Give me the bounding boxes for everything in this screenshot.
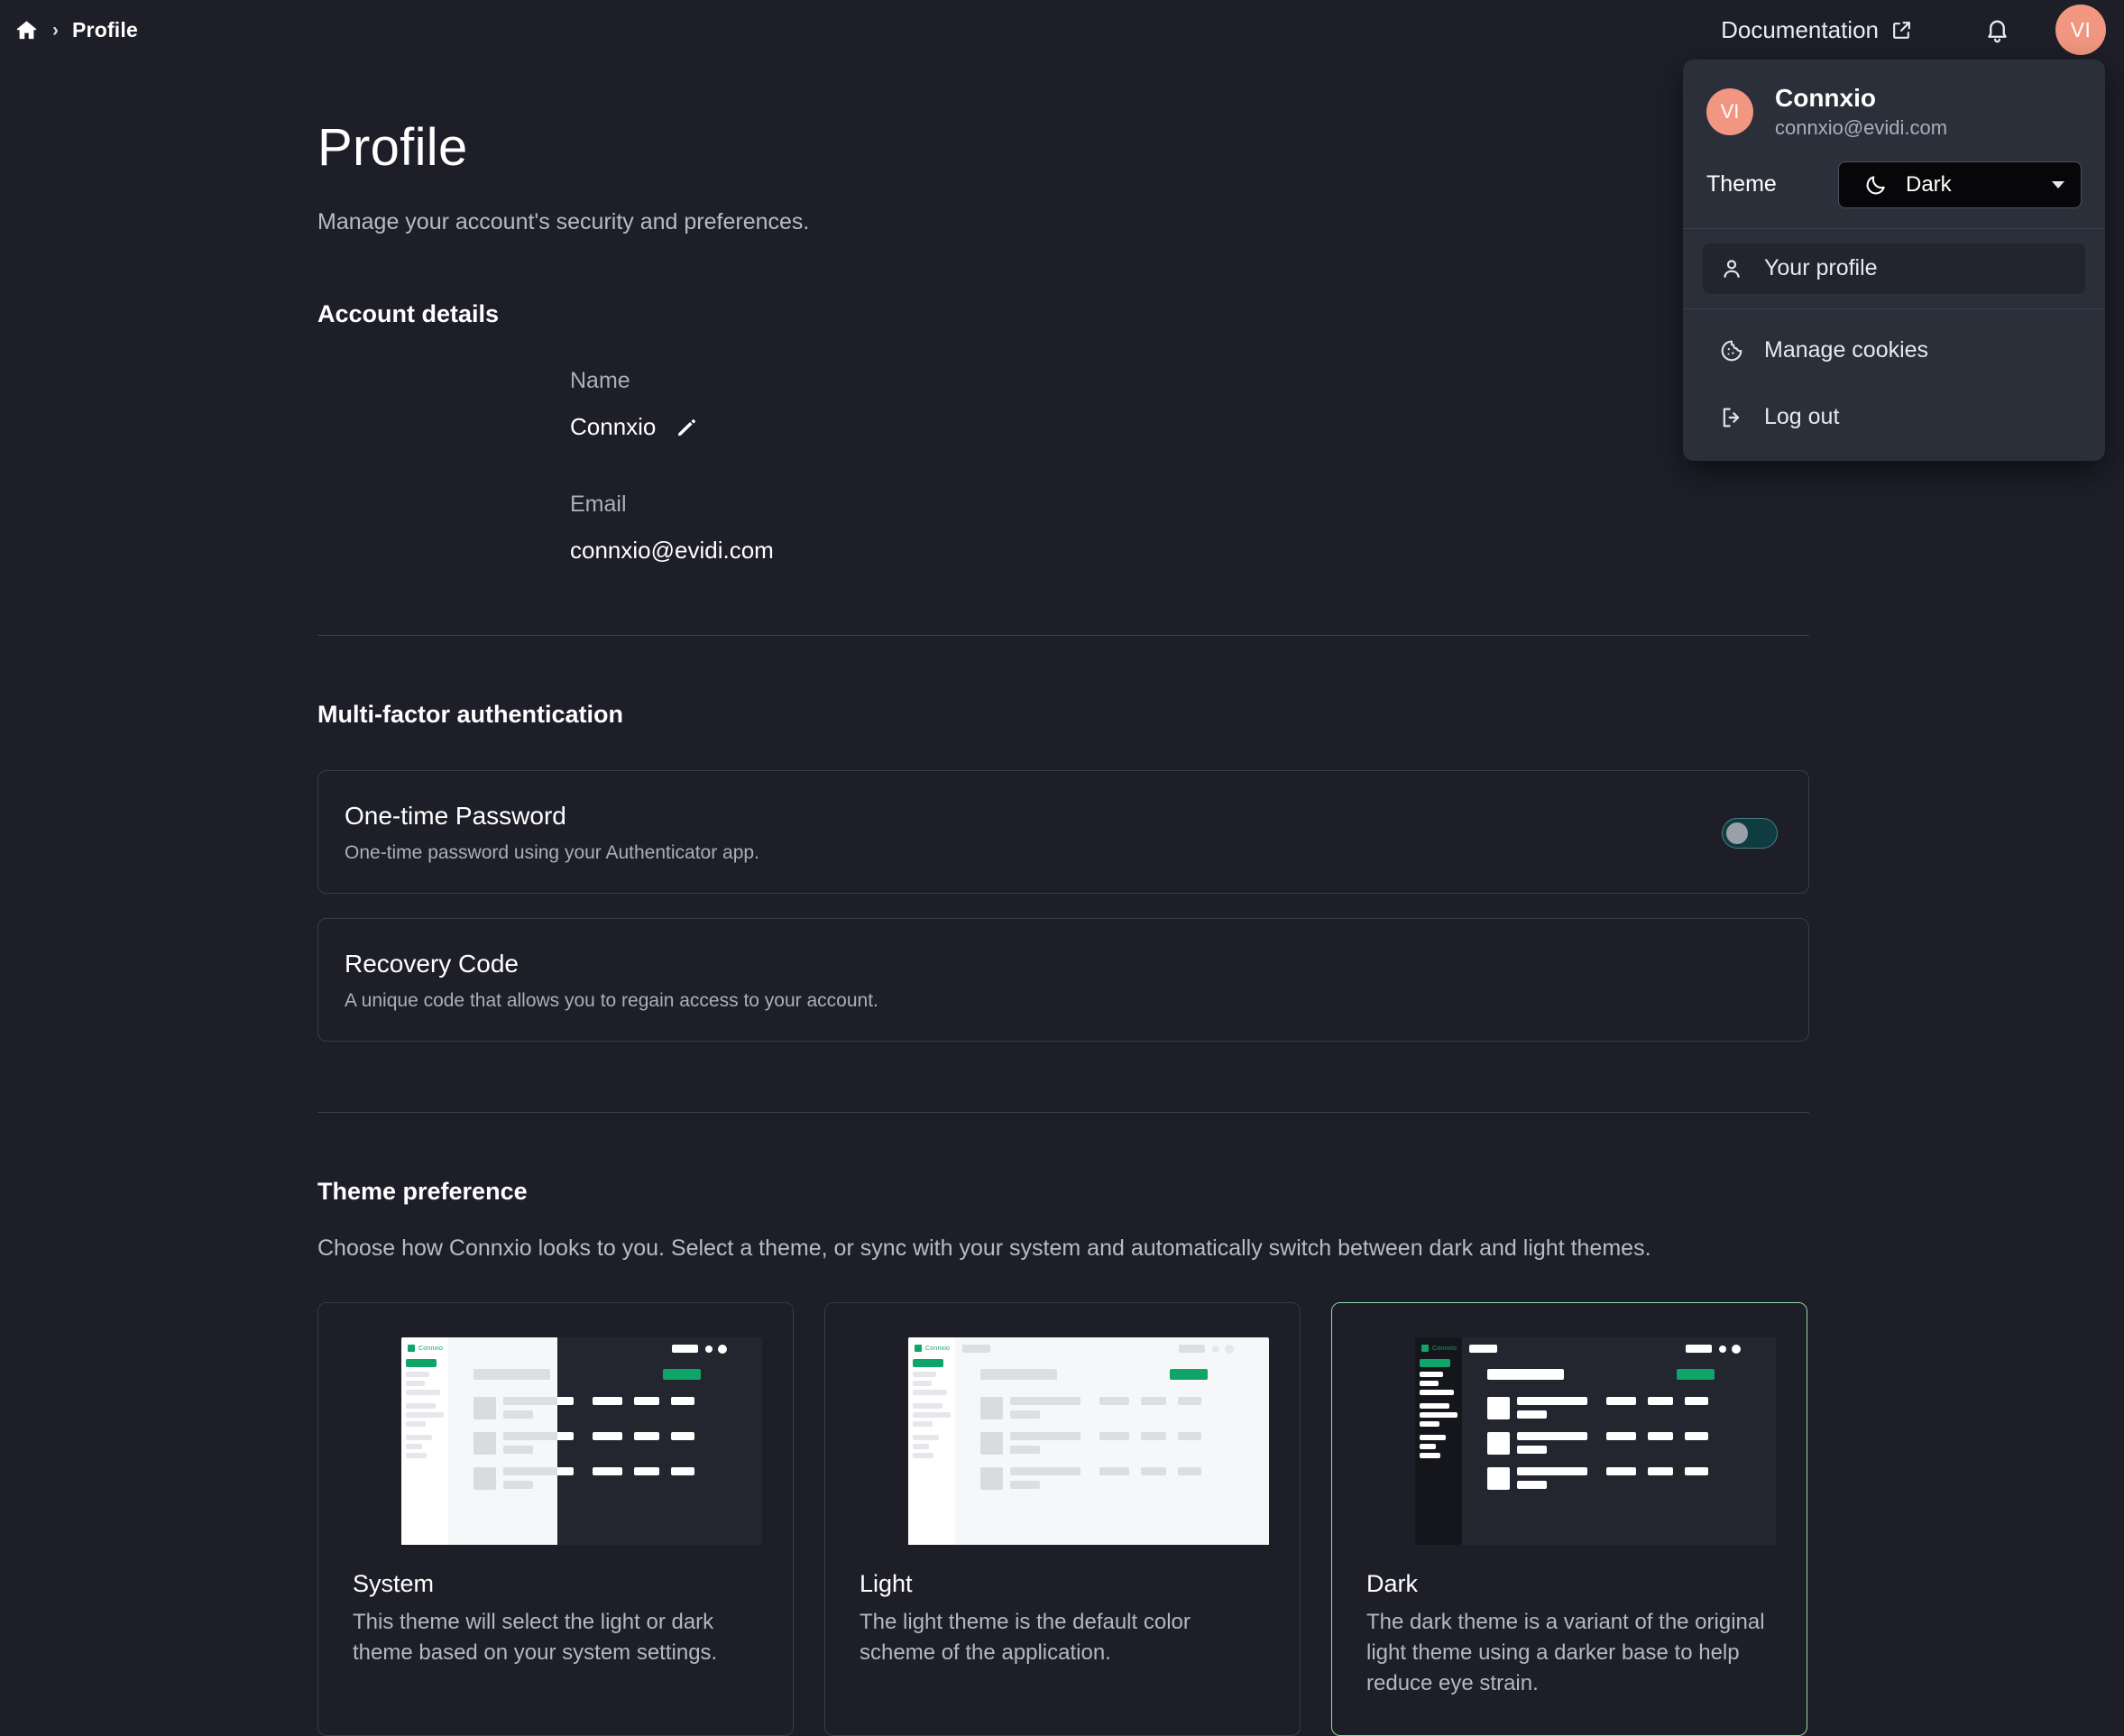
cookie-icon [1719, 338, 1744, 363]
avatar-initials: VI [2070, 17, 2092, 41]
page-title: Profile [317, 118, 468, 177]
bell-icon [1984, 17, 2010, 43]
profile-dropdown-menu: VI Connxio connxio@evidi.com Theme Dark [1683, 60, 2105, 461]
theme-preference-heading: Theme preference [317, 1178, 528, 1205]
menu-avatar: VI [1706, 88, 1753, 136]
menu-item-log-out[interactable]: Log out [1703, 392, 2085, 443]
mfa-card-title: Recovery Code [345, 950, 519, 978]
divider-1 [317, 635, 1809, 636]
home-icon[interactable] [14, 18, 39, 42]
toggle-knob [1726, 822, 1748, 844]
theme-preview-dark: Connxio [1332, 1303, 1807, 1545]
theme-option-system[interactable]: Connxio System This theme will select th… [317, 1302, 794, 1736]
avatar[interactable]: VI [2055, 5, 2106, 55]
name-label: Name [570, 368, 630, 393]
notifications-button[interactable] [1972, 5, 2021, 54]
user-icon [1719, 256, 1744, 281]
email-value: connxio@evidi.com [570, 537, 774, 564]
menu-item-manage-cookies[interactable]: Manage cookies [1703, 326, 2085, 376]
chevron-down-icon [2052, 180, 2064, 188]
email-label: Email [570, 491, 627, 517]
menu-item-your-profile[interactable]: Your profile [1703, 243, 2085, 294]
mock-app-light: Connxio [908, 1337, 1269, 1545]
mfa-card-recovery-code[interactable]: Recovery Code A unique code that allows … [317, 918, 1809, 1042]
mock-logo-text: Connxio [418, 1345, 444, 1352]
breadcrumb-current: Profile [72, 17, 138, 41]
theme-options: Connxio System This theme will select th… [317, 1302, 1809, 1736]
theme-option-dark[interactable]: Connxio Dark The dark theme is a variant… [1331, 1302, 1807, 1736]
mock-app-light: Connxio [401, 1337, 557, 1545]
theme-select-value: Dark [1906, 171, 1952, 197]
theme-selector-label: Theme [1706, 171, 1777, 197]
external-link-icon [1890, 19, 1913, 41]
mock-logo-text: Connxio [925, 1345, 951, 1352]
mock-logo-mark [408, 1345, 415, 1352]
menu-item-label: Your profile [1764, 255, 1878, 281]
theme-option-light[interactable]: Connxio Light The light theme is the def… [824, 1302, 1301, 1736]
email-field: Email connxio@evidi.com [570, 491, 1809, 565]
account-details-heading: Account details [317, 300, 500, 327]
logout-icon [1719, 405, 1744, 430]
menu-item-label: Manage cookies [1764, 337, 1929, 363]
mfa-heading: Multi-factor authentication [317, 701, 623, 728]
mfa-card-otp[interactable]: One-time Password One-time password usin… [317, 770, 1809, 894]
menu-user-email: connxio@evidi.com [1775, 116, 1948, 140]
top-bar: › Profile Documentation VI [0, 0, 2124, 60]
documentation-label: Documentation [1721, 15, 1879, 43]
theme-option-title: Dark [1366, 1570, 1419, 1597]
theme-selector-row: Theme Dark [1683, 161, 2105, 228]
profile-menu-header: VI Connxio connxio@evidi.com [1683, 60, 2105, 161]
mock-logo-mark [1421, 1345, 1429, 1352]
mfa-card-description: One-time password using your Authenticat… [345, 842, 759, 863]
name-value: Connxio [570, 413, 657, 440]
theme-preview-light: Connxio [825, 1303, 1300, 1545]
menu-user-name: Connxio [1775, 84, 1876, 112]
theme-preview-system: Connxio [318, 1303, 793, 1545]
divider-2 [317, 1112, 1809, 1113]
theme-option-description: The light theme is the default color sch… [860, 1610, 1191, 1666]
theme-select[interactable]: Dark [1838, 161, 2082, 208]
theme-preference-description: Choose how Connxio looks to you. Select … [317, 1235, 1651, 1261]
theme-option-title: Light [860, 1570, 913, 1597]
mock-app-light-clip: Connxio [401, 1337, 557, 1545]
theme-option-description: The dark theme is a variant of the origi… [1366, 1610, 1765, 1696]
pencil-icon[interactable] [676, 417, 697, 438]
mock-app-dark: Connxio [1415, 1337, 1776, 1545]
mock-logo-mark [915, 1345, 922, 1352]
top-bar-actions: Documentation VI [1721, 5, 2124, 55]
moon-icon [1853, 173, 1888, 197]
mfa-card-description: A unique code that allows you to regain … [345, 990, 878, 1011]
name-field: Name Connxio [570, 368, 1809, 441]
page-subtitle: Manage your account's security and prefe… [317, 209, 810, 234]
breadcrumb: › Profile [14, 18, 138, 42]
breadcrumb-separator: › [52, 19, 59, 41]
menu-avatar-initials: VI [1720, 100, 1740, 124]
otp-toggle[interactable] [1722, 817, 1778, 849]
theme-option-title: System [353, 1570, 435, 1597]
mock-logo-text: Connxio [1432, 1345, 1457, 1352]
theme-option-description: This theme will select the light or dark… [353, 1610, 718, 1666]
documentation-link[interactable]: Documentation [1721, 16, 1913, 44]
menu-item-label: Log out [1764, 404, 1840, 430]
mfa-card-title: One-time Password [345, 802, 566, 830]
